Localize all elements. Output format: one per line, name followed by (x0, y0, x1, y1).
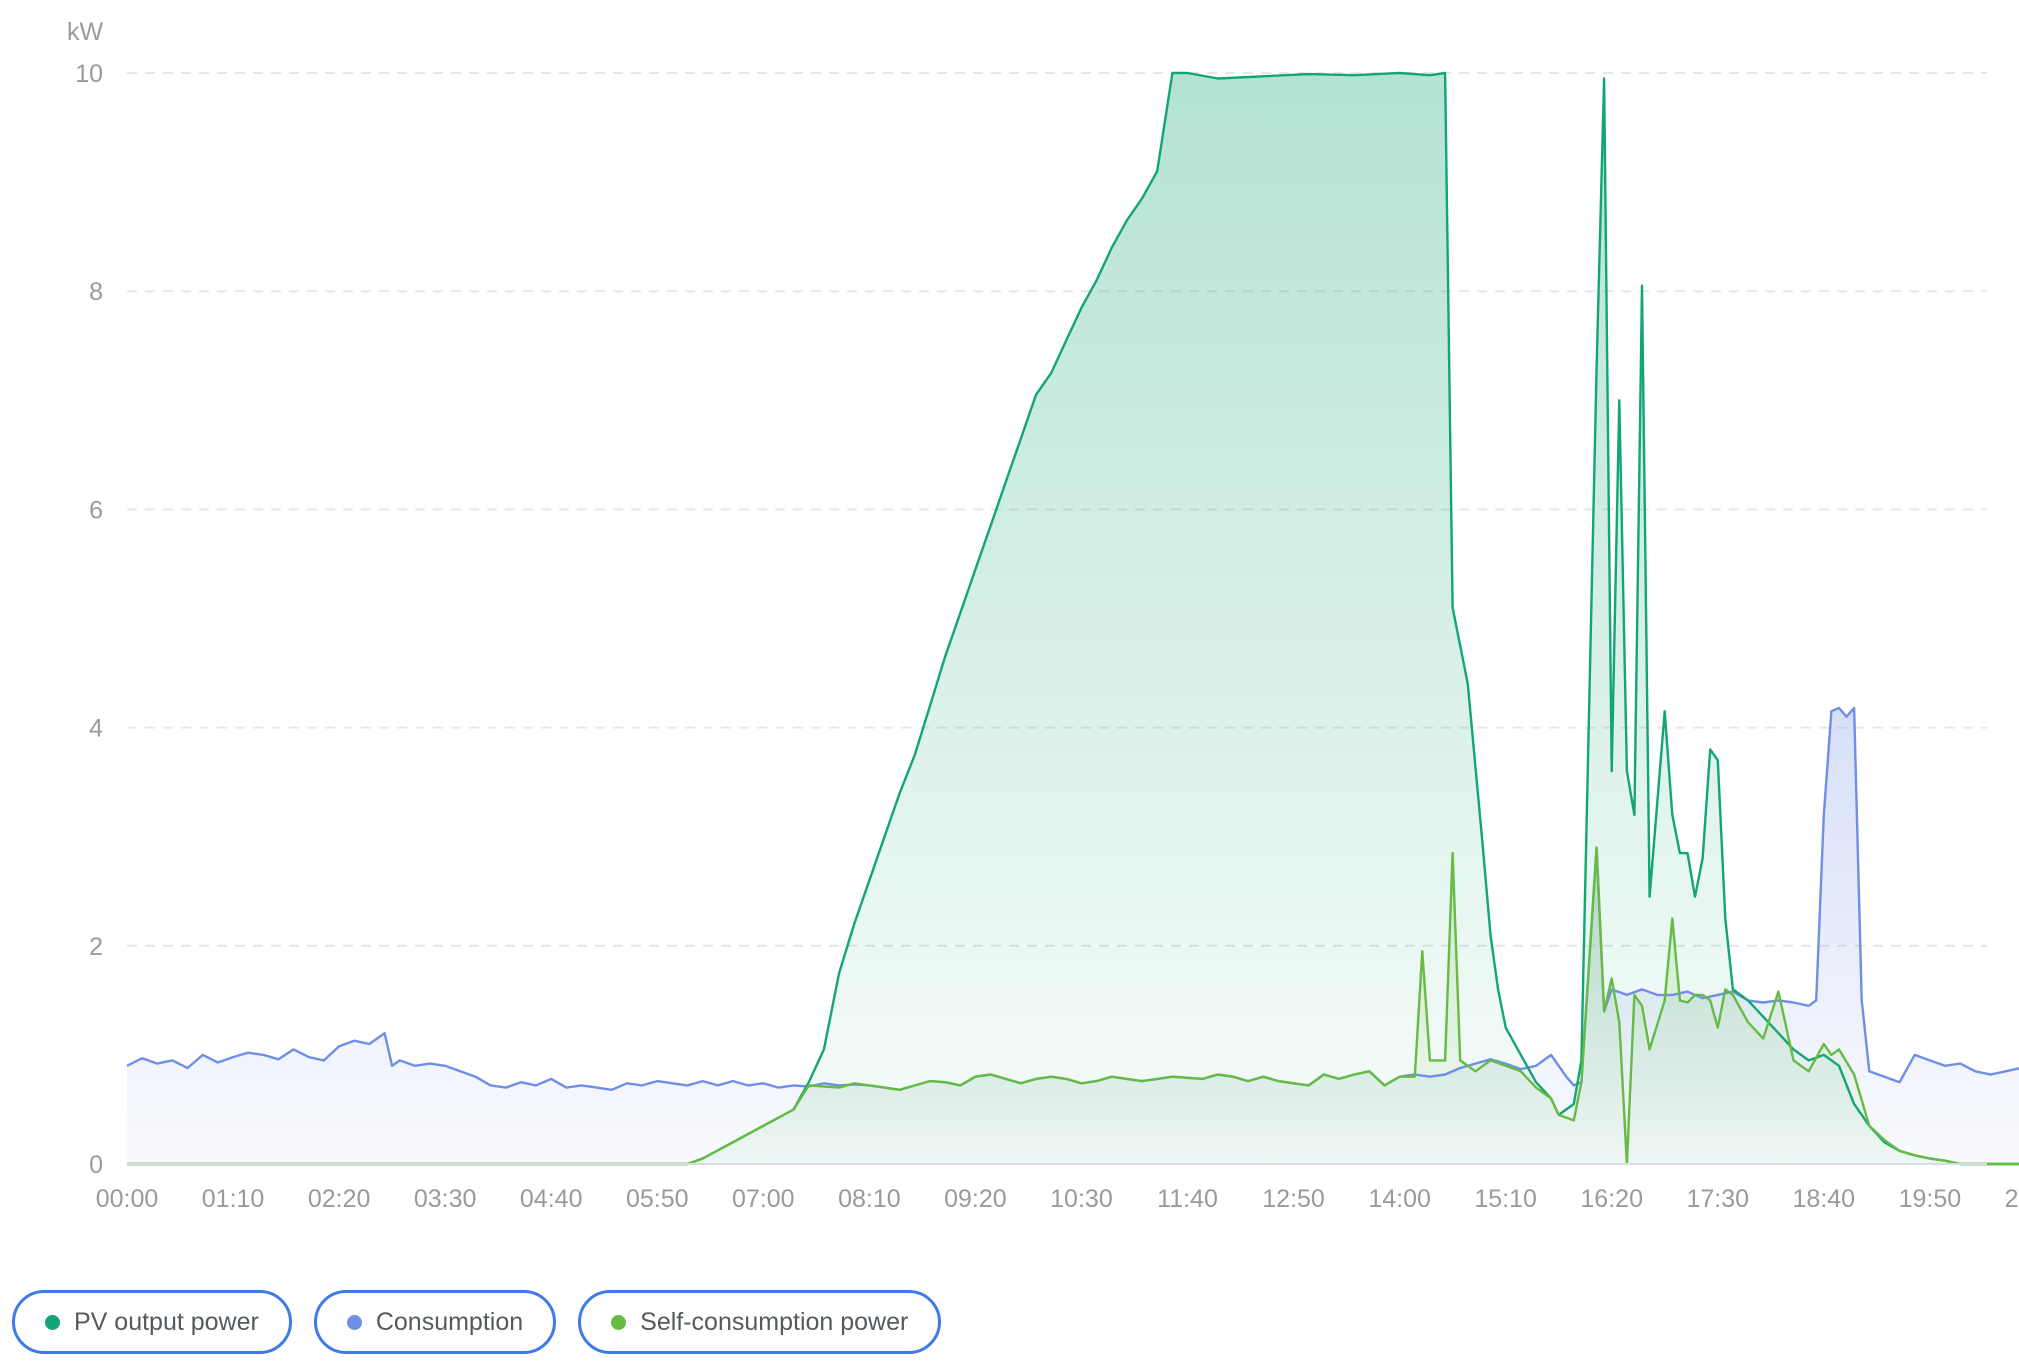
x-tick-label: 04:40 (520, 1185, 583, 1213)
x-tick-label: 21:00 (2005, 1185, 2019, 1213)
x-tick-label: 14:00 (1368, 1185, 1431, 1213)
x-tick-label: 10:30 (1050, 1185, 1113, 1213)
x-tick-label: 18:40 (1793, 1185, 1856, 1213)
legend-label: Consumption (375, 1307, 524, 1336)
x-tick-label: 11:40 (1157, 1185, 1218, 1213)
y-axis-unit: kW (67, 18, 104, 46)
y-tick-label: 6 (89, 496, 103, 524)
x-tick-label: 16:20 (1580, 1185, 1643, 1213)
x-tick-label: 08:10 (838, 1185, 901, 1213)
legend-dot-pv (45, 1314, 60, 1330)
x-tick-label: 05:50 (626, 1185, 689, 1213)
x-tick-label: 12:50 (1262, 1185, 1325, 1213)
legend: PV output power Consumption Self-consump… (12, 1290, 942, 1354)
x-tick-label: 17:30 (1686, 1185, 1749, 1213)
legend-dot-self-consumption (611, 1314, 627, 1330)
y-tick-label: 4 (89, 715, 103, 743)
legend-dot-consumption (346, 1314, 362, 1330)
y-tick-label: 10 (75, 60, 103, 88)
y-tick-label: 8 (89, 278, 103, 306)
y-axis: 0 2 4 6 8 10 (75, 60, 103, 1179)
x-tick-label: 03:30 (414, 1185, 477, 1213)
x-tick-label: 02:20 (308, 1185, 371, 1213)
x-tick-label: 07:00 (732, 1185, 795, 1213)
legend-item-self-consumption-power[interactable]: Self-consumption power (578, 1290, 942, 1354)
x-tick-label: 00:00 (96, 1185, 159, 1213)
x-tick-label: 09:20 (944, 1185, 1007, 1213)
y-tick-label: 2 (89, 933, 103, 961)
legend-label: Self-consumption power (640, 1307, 909, 1336)
x-tick-label: 19:50 (1899, 1185, 1962, 1213)
x-axis: 00:00 01:10 02:20 03:30 04:40 05:50 07:00 08:10… (96, 1185, 2019, 1213)
y-tick-label: 0 (89, 1151, 103, 1179)
legend-label: PV output power (74, 1307, 259, 1336)
legend-item-consumption[interactable]: Consumption (313, 1290, 557, 1354)
x-tick-label: 01:10 (202, 1185, 265, 1213)
legend-item-pv-output-power[interactable]: PV output power (12, 1290, 292, 1354)
chart: kW 0 2 4 6 8 10 00:00 01:10 02:20 03:30 04:40 05:5… (67, 18, 2019, 1213)
x-tick-label: 15:10 (1474, 1185, 1537, 1213)
